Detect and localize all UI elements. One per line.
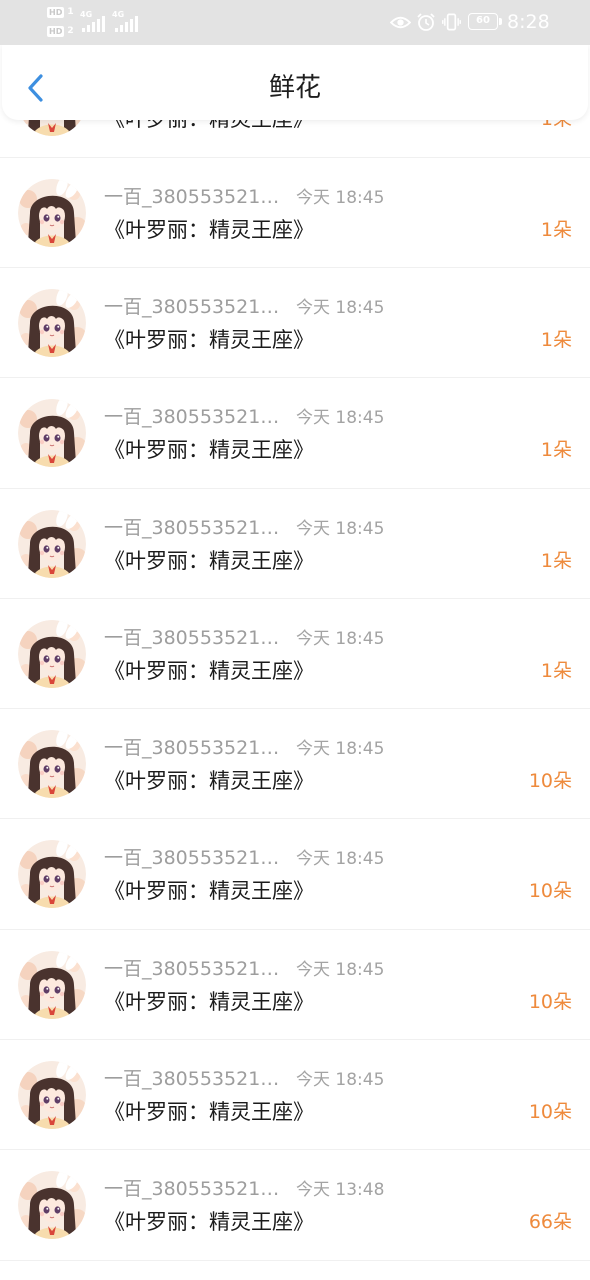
book-title: 《叶罗丽：精灵王座》 bbox=[104, 548, 314, 573]
list-item[interactable]: 一百_380553521… 今天 18:45 《叶罗丽：精灵王座》 1朵 bbox=[0, 158, 590, 268]
list-item[interactable]: 一百_380553521… 今天 18:45 《叶罗丽：精灵王座》 1朵 bbox=[0, 378, 590, 489]
vibrate-icon bbox=[442, 13, 461, 31]
book-title: 《叶罗丽：精灵王座》 bbox=[104, 217, 314, 242]
book-title: 《叶罗丽：精灵王座》 bbox=[104, 327, 314, 352]
flower-count: 1朵 bbox=[540, 659, 572, 682]
send-time: 今天 18:45 bbox=[296, 297, 385, 318]
avatar[interactable] bbox=[18, 951, 86, 1019]
flower-count: 1朵 bbox=[540, 218, 572, 241]
book-title: 《叶罗丽：精灵王座》 bbox=[104, 1100, 314, 1125]
flower-count: 1朵 bbox=[540, 549, 572, 572]
divider bbox=[0, 1259, 590, 1261]
flower-count: 10朵 bbox=[528, 880, 572, 903]
eye-icon bbox=[390, 16, 411, 29]
book-title: 《叶罗丽：精灵王座》 bbox=[104, 989, 314, 1014]
send-time: 今天 18:45 bbox=[296, 959, 385, 980]
signal-icon bbox=[115, 16, 138, 32]
send-time: 今天 18:45 bbox=[296, 739, 385, 760]
avatar[interactable] bbox=[18, 289, 86, 357]
sender-name: 一百_380553521… bbox=[104, 1178, 280, 1201]
flower-record-list: 《叶罗丽：精灵王座》 1朵 一百_380553521… 今天 18:45 《叶罗… bbox=[0, 47, 590, 1261]
sender-name: 一百_380553521… bbox=[104, 847, 280, 870]
sim2-indicator: HD 2 bbox=[47, 25, 74, 37]
sender-name: 一百_380553521… bbox=[104, 737, 280, 760]
send-time: 今天 18:45 bbox=[296, 1070, 385, 1091]
page-header: 鲜花 bbox=[2, 44, 588, 120]
battery-nub bbox=[499, 18, 502, 25]
alarm-icon bbox=[417, 13, 435, 31]
avatar[interactable] bbox=[18, 1061, 86, 1129]
status-bar: HD 1 HD 2 4G 4G 60 8:28 bbox=[0, 0, 590, 45]
sim2-hd-badge: HD bbox=[47, 25, 65, 37]
page-title: 鲜花 bbox=[268, 73, 321, 103]
avatar[interactable] bbox=[18, 510, 86, 578]
sender-name: 一百_380553521… bbox=[104, 406, 280, 429]
list-item[interactable]: 一百_380553521… 今天 13:48 《叶罗丽：精灵王座》 66朵 bbox=[0, 1150, 590, 1261]
sender-name: 一百_380553521… bbox=[104, 295, 280, 318]
book-title: 《叶罗丽：精灵王座》 bbox=[104, 438, 314, 463]
signal-icon bbox=[82, 16, 105, 32]
sender-name: 一百_380553521… bbox=[104, 185, 280, 208]
sim2-number: 2 bbox=[67, 25, 74, 36]
book-title: 《叶罗丽：精灵王座》 bbox=[104, 658, 314, 683]
send-time: 今天 18:45 bbox=[296, 187, 385, 208]
sender-name: 一百_380553521… bbox=[104, 626, 280, 649]
list-item[interactable]: 一百_380553521… 今天 18:45 《叶罗丽：精灵王座》 1朵 bbox=[0, 268, 590, 379]
avatar[interactable] bbox=[18, 730, 86, 798]
list-item[interactable]: 一百_380553521… 今天 18:45 《叶罗丽：精灵王座》 10朵 bbox=[0, 930, 590, 1041]
avatar[interactable] bbox=[18, 1171, 86, 1239]
sim1-hd-badge: HD bbox=[47, 6, 65, 18]
list-item[interactable]: 一百_380553521… 今天 18:45 《叶罗丽：精灵王座》 10朵 bbox=[0, 819, 590, 930]
book-title: 《叶罗丽：精灵王座》 bbox=[104, 879, 314, 904]
flower-count: 66朵 bbox=[528, 1211, 572, 1234]
flower-count: 1朵 bbox=[540, 328, 572, 351]
avatar[interactable] bbox=[18, 399, 86, 467]
book-title: 《叶罗丽：精灵王座》 bbox=[104, 769, 314, 794]
flower-count: 10朵 bbox=[528, 770, 572, 793]
flower-count: 10朵 bbox=[528, 990, 572, 1013]
book-title: 《叶罗丽：精灵王座》 bbox=[104, 1210, 314, 1235]
sim1-number: 1 bbox=[67, 6, 74, 17]
send-time: 今天 18:45 bbox=[296, 849, 385, 870]
send-time: 今天 13:48 bbox=[296, 1180, 385, 1201]
flower-count: 10朵 bbox=[528, 1101, 572, 1124]
battery-icon: 60 bbox=[468, 13, 498, 30]
send-time: 今天 18:45 bbox=[296, 408, 385, 429]
network2-signal: 4G bbox=[112, 10, 140, 32]
sender-name: 一百_380553521… bbox=[104, 957, 280, 980]
avatar[interactable] bbox=[18, 179, 86, 247]
sim1-indicator: HD 1 bbox=[47, 6, 74, 18]
list-item[interactable]: 一百_380553521… 今天 18:45 《叶罗丽：精灵王座》 1朵 bbox=[0, 599, 590, 710]
list-item[interactable]: 一百_380553521… 今天 18:45 《叶罗丽：精灵王座》 10朵 bbox=[0, 1040, 590, 1151]
avatar[interactable] bbox=[18, 840, 86, 908]
avatar[interactable] bbox=[18, 620, 86, 688]
network1-signal: 4G bbox=[80, 10, 108, 32]
list-item[interactable]: 一百_380553521… 今天 18:45 《叶罗丽：精灵王座》 1朵 bbox=[0, 489, 590, 599]
sender-name: 一百_380553521… bbox=[104, 1068, 280, 1091]
status-time: 8:28 bbox=[507, 11, 550, 33]
sender-name: 一百_380553521… bbox=[104, 516, 280, 539]
send-time: 今天 18:45 bbox=[296, 518, 385, 539]
list-item[interactable]: 一百_380553521… 今天 18:45 《叶罗丽：精灵王座》 10朵 bbox=[0, 709, 590, 820]
flower-count: 1朵 bbox=[540, 439, 572, 462]
send-time: 今天 18:45 bbox=[296, 628, 385, 649]
